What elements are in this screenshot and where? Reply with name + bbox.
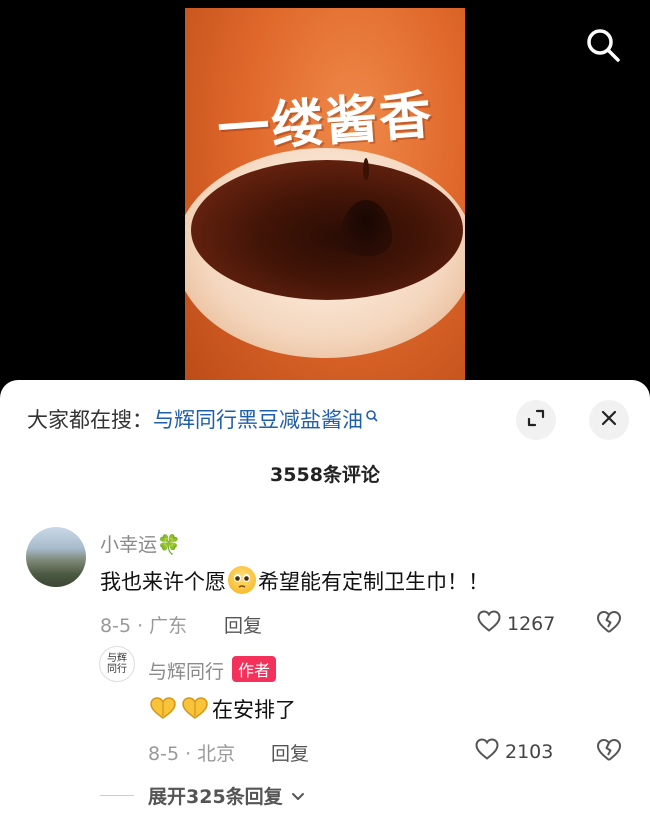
search-suggestion-prefix: 大家都在搜：: [27, 408, 153, 432]
video-frame[interactable]: 一缕酱香: [185, 8, 465, 400]
expand-replies-label[interactable]: 展开325条回复: [148, 782, 283, 809]
comment-sheet: 大家都在搜：与辉同行黑豆减盐酱油 3558条评论 小幸运🍀 我也来许个愿 希望能…: [0, 380, 650, 828]
search-suggestion[interactable]: 大家都在搜：与辉同行黑豆减盐酱油: [27, 404, 379, 434]
like-button[interactable]: 2103: [474, 737, 553, 766]
reply-username-text[interactable]: 与辉同行: [148, 661, 224, 683]
search-icon[interactable]: [583, 25, 623, 65]
search-suggestion-query[interactable]: 与辉同行黑豆减盐酱油: [153, 408, 363, 432]
pleading-face-icon: [228, 566, 256, 594]
reply-username[interactable]: 与辉同行 作者: [148, 656, 277, 684]
avatar[interactable]: [26, 527, 86, 587]
sauce-drop-image: [363, 158, 369, 180]
comment-text: 我也来许个愿 希望能有定制卫生巾！！: [100, 566, 489, 596]
expand-button[interactable]: [516, 400, 556, 440]
close-button[interactable]: [589, 400, 629, 440]
broken-heart-icon[interactable]: [595, 609, 623, 639]
comment-username[interactable]: 小幸运🍀: [100, 530, 181, 557]
comments-count: 3558条评论: [270, 464, 380, 486]
expand-icon: [526, 408, 546, 432]
like-button[interactable]: 1267: [476, 609, 555, 638]
divider: [100, 795, 134, 796]
reply-date-location: 8-5 · 北京: [148, 743, 236, 765]
video-player[interactable]: 一缕酱香: [0, 0, 650, 400]
comment-text-part: 我也来许个愿: [100, 570, 226, 594]
close-icon: [599, 408, 619, 432]
broken-heart-icon[interactable]: [595, 737, 623, 767]
chevron-down-icon: [291, 785, 305, 807]
like-count: 1267: [507, 612, 556, 635]
author-badge: 作者: [232, 656, 277, 682]
soy-sauce-image: [191, 160, 463, 300]
expand-replies-button[interactable]: 展开325条回复: [100, 782, 305, 809]
search-icon: [365, 404, 379, 428]
reply-button[interactable]: 回复: [224, 611, 262, 638]
reply-text: 在安排了: [148, 694, 296, 724]
video-title: 一缕酱香: [215, 84, 436, 161]
heart-hands-icon: [180, 695, 210, 721]
author-avatar-logo: 与辉同行: [107, 653, 127, 675]
reply-text-part: 在安排了: [212, 698, 296, 722]
heart-outline-icon: [476, 609, 502, 638]
heart-outline-icon: [474, 737, 500, 766]
comment-text-part: 希望能有定制卫生巾！！: [258, 570, 489, 594]
comment-date-location: 8-5 · 广东: [100, 615, 188, 637]
heart-hands-icon: [148, 695, 178, 721]
like-count: 2103: [505, 740, 554, 763]
author-avatar[interactable]: 与辉同行: [99, 646, 135, 682]
reply-button[interactable]: 回复: [271, 739, 309, 766]
